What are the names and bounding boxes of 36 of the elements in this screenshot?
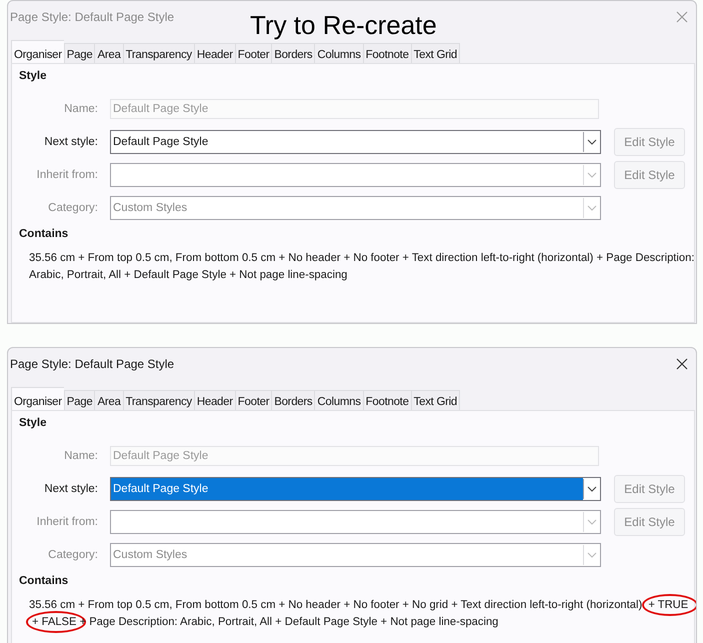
- tab[interactable]: Area: [94, 43, 123, 63]
- tab[interactable]: Footnote: [362, 390, 411, 410]
- field-label: Next style:: [43, 483, 98, 495]
- tab[interactable]: Text Grid: [410, 390, 460, 410]
- field-label: Name:: [63, 103, 98, 115]
- tab[interactable]: Footer: [234, 43, 272, 63]
- tab[interactable]: Header: [194, 390, 235, 410]
- dropdown-field[interactable]: Default Page Style: [110, 130, 601, 154]
- tab[interactable]: Page: [64, 43, 94, 63]
- section-heading: Style: [19, 70, 48, 84]
- section-heading: Contains: [19, 228, 70, 242]
- field-label: Name:: [63, 450, 98, 462]
- window-title: Page Style: Default Page Style: [10, 357, 174, 371]
- section-heading: Style: [19, 417, 48, 431]
- tab[interactable]: Borders: [271, 390, 314, 410]
- tab[interactable]: Area: [94, 390, 123, 410]
- tab[interactable]: Columns: [314, 43, 363, 63]
- field-label: Inherit from:: [36, 169, 98, 181]
- field-label: Inherit from:: [36, 516, 98, 528]
- tab[interactable]: Borders: [271, 43, 314, 63]
- tab[interactable]: Footnote: [362, 43, 411, 63]
- tab[interactable]: Footer: [234, 390, 272, 410]
- tab[interactable]: Columns: [314, 390, 363, 410]
- field-label: Next style:: [43, 136, 98, 148]
- dropdown-field[interactable]: Default Page Style: [110, 477, 601, 501]
- field-label: Category:: [47, 202, 98, 214]
- annotation-title: Try to Re-create: [250, 10, 437, 41]
- tab[interactable]: Header: [194, 43, 235, 63]
- field-label: Category:: [47, 549, 98, 561]
- section-heading: Contains: [19, 575, 70, 589]
- tab[interactable]: Text Grid: [410, 43, 460, 63]
- tab[interactable]: Page: [64, 390, 94, 410]
- tab[interactable]: Transparency: [122, 43, 194, 63]
- contains-description: 35.56 cm + From top 0.5 cm, From bottom 0.5 cm + No header + No footer + Text direction left-to-right (horizontal) + Page Description: Arabic, Portrait, All + Default Page Style + Not page line-spacing: [29, 251, 695, 283]
- tab[interactable]: Transparency: [122, 390, 194, 410]
- window-title: Page Style: Default Page Style: [10, 10, 174, 24]
